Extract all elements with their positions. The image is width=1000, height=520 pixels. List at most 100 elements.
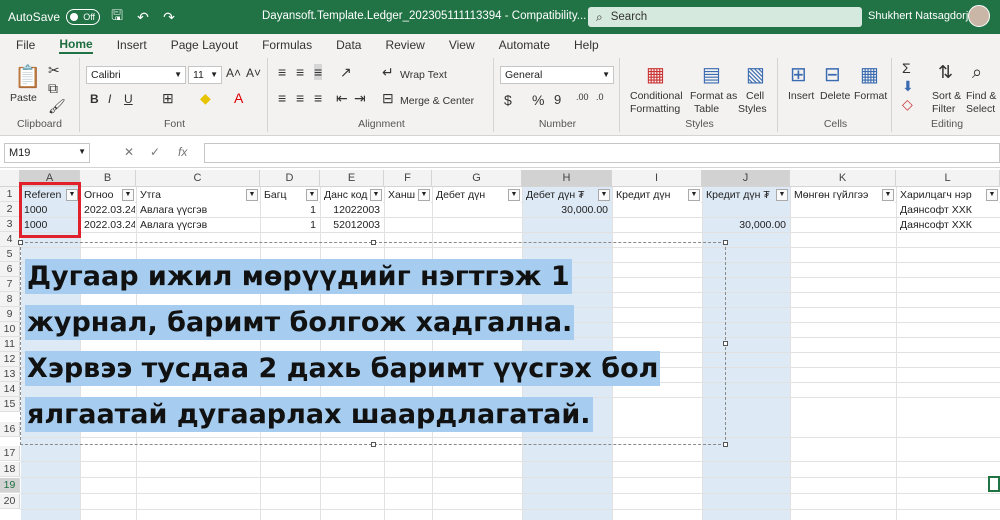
row-header[interactable]: 13 [0,367,20,382]
cell-styles-button[interactable]: Cell [746,90,764,102]
cell-l3[interactable]: Даянсофт ХХК [897,218,999,233]
cell-e3[interactable]: 52012003 [321,218,383,233]
comma-icon[interactable]: 9 [554,92,561,107]
number-format-select[interactable]: General ▼ [500,66,614,84]
find-select-button[interactable]: Find & [966,90,996,102]
header-cell-debit[interactable]: Дебет дүн ▼ [433,188,521,203]
column-header-j[interactable]: J [702,170,790,187]
format-painter-icon[interactable]: 🖌 [48,98,66,115]
sort-filter-icon[interactable]: ⇅ [938,62,953,83]
font-size-select[interactable]: 11 ▼ [188,66,222,84]
align-middle-icon[interactable]: ≡ [296,64,304,80]
resize-handle[interactable] [18,240,23,245]
format-cells-icon[interactable]: ▦ [860,62,879,87]
percent-icon[interactable]: % [532,92,544,108]
fill-icon[interactable]: ⬇ [902,78,914,95]
filter-dropdown-icon[interactable]: ▼ [986,189,998,201]
tab-automate[interactable]: Automate [499,38,550,52]
delete-cells-icon[interactable]: ⊟ [824,62,841,87]
enter-icon[interactable]: ✓ [150,145,160,159]
active-cell-m19[interactable] [988,476,1000,492]
insert-cells-icon[interactable]: ⊞ [790,62,807,87]
merge-icon[interactable]: ⊟ [382,90,394,107]
tab-view[interactable]: View [449,38,475,52]
cell-j3[interactable]: 30,000.00 [703,218,789,233]
cell-styles-button-2[interactable]: Styles [738,103,767,115]
cell-d3[interactable]: 1 [261,218,319,233]
row-header[interactable]: 17 [0,446,20,461]
cell-c3[interactable]: Авлага үүсгэв [137,218,259,233]
row-header[interactable]: 11 [0,337,20,352]
search-box[interactable]: ⌕ Search [588,7,862,27]
avatar[interactable] [968,5,990,27]
decrease-font-icon[interactable]: A˅ [246,66,261,80]
decrease-decimal-icon[interactable]: .0 [596,92,604,102]
align-bottom-icon[interactable]: ≡ [314,64,323,80]
align-right-icon[interactable]: ≡ [314,90,322,106]
filter-dropdown-icon[interactable]: ▼ [306,189,318,201]
column-header-e[interactable]: E [320,170,384,187]
column-header-k[interactable]: K [790,170,896,187]
currency-icon[interactable]: $ [504,92,512,108]
conditional-formatting-icon[interactable]: ▦ [646,62,665,87]
row-header[interactable]: 8 [0,292,20,307]
cell-l2[interactable]: Даянсофт ХХК [897,203,999,218]
clear-icon[interactable]: ◇ [902,96,913,113]
save-icon[interactable]: 🖫 [108,5,126,29]
row-header[interactable]: 1 [0,187,20,202]
row-header[interactable]: 4 [0,232,20,247]
align-center-icon[interactable]: ≡ [296,90,304,106]
row-header[interactable]: 7 [0,277,20,292]
filter-dropdown-icon[interactable]: ▼ [688,189,700,201]
filter-dropdown-icon[interactable]: ▼ [508,189,520,201]
cancel-icon[interactable]: ✕ [124,145,134,159]
format-as-table-button-2[interactable]: Table [694,103,719,115]
function-icon[interactable]: fx [178,145,187,159]
row-header[interactable]: 20 [0,494,20,509]
annotation-text[interactable]: Дугаар ижил мөрүүдийг нэгтгэж 1 журнал, … [25,254,725,438]
increase-indent-icon[interactable]: ⇥ [354,90,366,107]
conditional-formatting-button-2[interactable]: Formatting [630,103,680,115]
sort-filter-button[interactable]: Sort & [932,90,961,102]
column-header-b[interactable]: B [80,170,136,187]
column-header-h[interactable]: H [522,170,612,187]
tab-insert[interactable]: Insert [117,38,147,52]
cell-h2[interactable]: 30,000.00 [523,203,611,218]
borders-icon[interactable]: ⊞ [162,90,174,107]
paste-icon[interactable]: 📋 [14,64,41,90]
align-top-icon[interactable]: ≡ [278,64,286,80]
tab-help[interactable]: Help [574,38,599,52]
cell-d2[interactable]: 1 [261,203,319,218]
increase-font-icon[interactable]: A˄ [226,66,241,80]
italic-icon[interactable]: I [108,92,111,106]
wrap-text-button[interactable]: Wrap Text [400,69,447,81]
paste-button[interactable]: Paste [10,92,37,104]
name-box[interactable]: M19 ▼ [4,143,90,163]
resize-handle[interactable] [371,240,376,245]
resize-handle[interactable] [723,442,728,447]
insert-cells-button[interactable]: Insert [788,90,814,102]
filter-dropdown-icon[interactable]: ▼ [776,189,788,201]
format-as-table-icon[interactable]: ▤ [702,62,721,87]
column-header-g[interactable]: G [432,170,522,187]
tab-data[interactable]: Data [336,38,361,52]
row-header[interactable]: 3 [0,217,20,232]
row-header[interactable]: 2 [0,202,20,217]
filter-dropdown-icon[interactable]: ▼ [882,189,894,201]
row-header[interactable]: 6 [0,262,20,277]
align-left-icon[interactable]: ≡ [278,90,286,106]
find-select-icon[interactable]: ⌕ [972,62,982,83]
tab-page-layout[interactable]: Page Layout [171,38,238,52]
cell-styles-icon[interactable]: ▧ [746,62,765,87]
copy-icon[interactable]: ⧉ [48,80,58,97]
undo-icon[interactable]: ↶ [134,9,152,26]
filter-dropdown-icon[interactable]: ▼ [418,189,430,201]
merge-center-button[interactable]: Merge & Center [400,95,474,107]
header-cell-partner[interactable]: Харилцагч нэр ▼ [897,188,999,203]
wrap-text-icon[interactable]: ↵ [382,64,394,81]
row-header[interactable]: 10 [0,322,20,337]
filter-dropdown-icon[interactable]: ▼ [370,189,382,201]
font-name-select[interactable]: Calibri ▼ [86,66,186,84]
find-select-button-2[interactable]: Select [966,103,995,115]
tab-home[interactable]: Home [59,37,93,54]
